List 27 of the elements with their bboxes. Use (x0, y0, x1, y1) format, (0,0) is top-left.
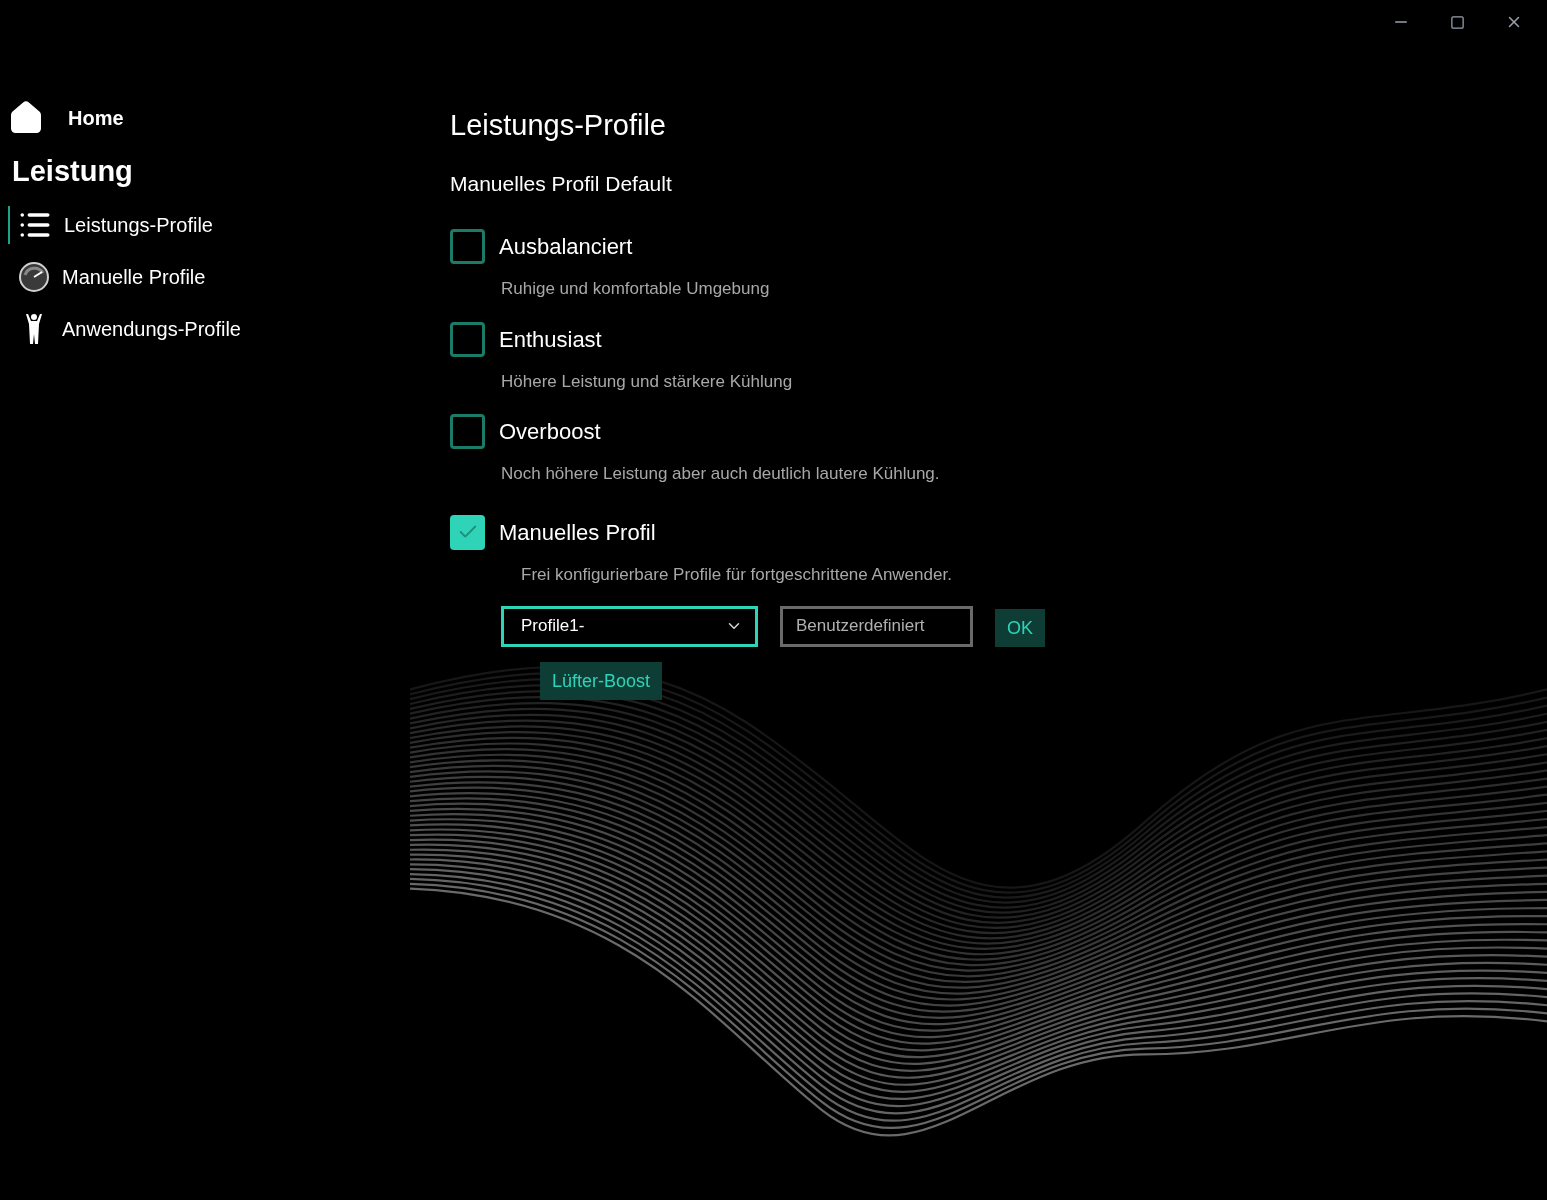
checkbox[interactable] (450, 514, 485, 550)
option-description: Frei konfigurierbare Profile für fortgeschrittene Anwender. (521, 563, 952, 586)
checkbox[interactable] (450, 414, 485, 449)
maximize-icon[interactable] (1450, 14, 1465, 30)
gauge-icon (18, 260, 50, 293)
profile-dropdown[interactable]: Profile1- (501, 605, 758, 647)
checkbox[interactable] (450, 229, 485, 264)
person-arms-raised-icon (23, 311, 45, 346)
nav-item[interactable]: Anwendungs-Profile (8, 309, 249, 348)
name-input-field[interactable]: Benutzerdefiniert (780, 605, 973, 647)
option-label: Enthusiast (499, 325, 602, 354)
option-description: Höhere Leistung und stärkere Kühlung (501, 370, 793, 393)
page-title: Leistungs-Profile (450, 108, 666, 143)
option-description: Noch höhere Leistung aber auch deutlich lautere Kühlung. (501, 463, 940, 485)
fan-boost-button[interactable]: Lüfter-Boost (540, 662, 663, 700)
page-subtitle: Manuelles Profil Default (450, 170, 672, 197)
ok-button[interactable]: OK (995, 609, 1045, 647)
option-description: Ruhige und komfortable Umgebung (501, 278, 770, 300)
section-heading: Leistung (12, 154, 133, 189)
option-label: Manuelles Profil (499, 518, 656, 547)
home-link[interactable]: Home (8, 98, 124, 138)
nav-item[interactable]: Manuelle Profile (8, 257, 214, 296)
nav-item[interactable]: Leistungs-Profile (8, 205, 221, 244)
option-label: Ausbalanciert (499, 233, 633, 261)
checkbox[interactable] (450, 321, 485, 357)
home-icon (8, 100, 44, 136)
option-label: Overboost (499, 418, 601, 446)
